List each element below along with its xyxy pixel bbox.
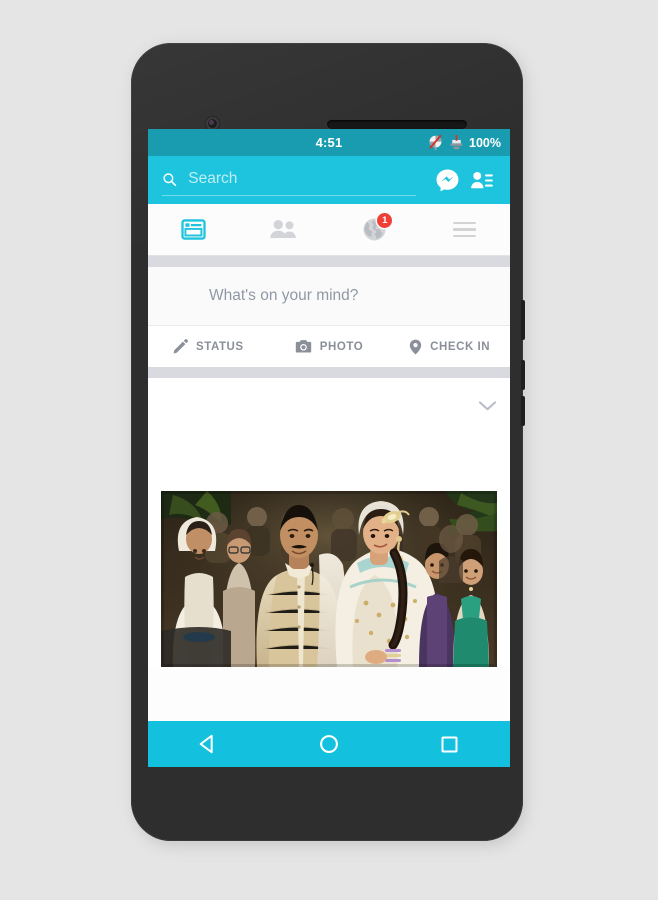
wedding-photo-illustration: [161, 491, 497, 667]
android-nav-bar: [148, 721, 510, 767]
friend-requests-button[interactable]: [464, 168, 498, 193]
composer-status-button[interactable]: STATUS: [148, 339, 269, 354]
composer-status-label: STATUS: [196, 340, 244, 353]
tab-news-feed[interactable]: [148, 204, 239, 255]
feed-post: [148, 378, 510, 724]
messenger-button[interactable]: [430, 168, 464, 193]
phone-screen: 4:51 100% Search 1 What's on your mind? …: [148, 129, 510, 767]
sync-disabled-icon: [429, 134, 442, 151]
battery-charging-icon: [450, 134, 463, 150]
tab-friends[interactable]: [239, 204, 330, 255]
status-bar: 4:51 100%: [148, 129, 510, 156]
nav-home-button[interactable]: [269, 733, 390, 755]
section-divider-top: [148, 256, 510, 267]
tab-bar: 1: [148, 204, 510, 256]
status-time: 4:51: [315, 135, 343, 150]
post-menu-button[interactable]: [478, 399, 497, 417]
section-divider-middle: [148, 367, 510, 378]
bride-bangles: [385, 649, 401, 662]
camera-icon: [295, 340, 311, 353]
post-photo[interactable]: [161, 491, 497, 667]
battery-percent: 100%: [469, 135, 501, 150]
screenshot-stage: 4:51 100% Search 1 What's on your mind? …: [0, 0, 658, 900]
composer-actions: STATUS PHOTO CHECK IN: [148, 326, 510, 367]
nav-recents-button[interactable]: [389, 734, 510, 755]
composer-photo-label: PHOTO: [319, 340, 364, 353]
friend-requests-icon: [470, 171, 493, 188]
search-bar[interactable]: [162, 165, 416, 196]
notification-badge: 1: [377, 213, 393, 228]
volume-up-button[interactable]: [521, 360, 525, 390]
composer-prompt[interactable]: What's on your mind?: [148, 267, 510, 326]
pencil-icon: [173, 339, 189, 354]
hamburger-icon: [453, 221, 477, 238]
messenger-icon: [436, 169, 458, 191]
earpiece-speaker: [327, 120, 467, 129]
news-feed-icon: [181, 219, 206, 240]
power-button[interactable]: [521, 300, 525, 340]
triangle-back-icon: [199, 734, 214, 754]
chevron-down-icon: [478, 401, 497, 411]
composer-checkin-button[interactable]: CHECK IN: [389, 339, 510, 355]
search-icon: [163, 172, 177, 186]
app-header: [148, 156, 510, 204]
nav-back-button[interactable]: [148, 733, 269, 755]
post-header: [148, 378, 510, 491]
post-composer: What's on your mind? STATUS PHOTO CHECK …: [148, 267, 510, 367]
tab-menu[interactable]: [420, 204, 511, 255]
post-footer: [148, 667, 510, 724]
composer-checkin-label: CHECK IN: [430, 340, 491, 353]
composer-photo-button[interactable]: PHOTO: [269, 339, 390, 354]
search-input[interactable]: [188, 170, 416, 188]
square-recents-icon: [441, 735, 458, 753]
tab-notifications[interactable]: 1: [329, 204, 420, 255]
volume-down-button[interactable]: [521, 396, 525, 426]
circle-home-icon: [320, 735, 338, 753]
location-pin-icon: [410, 339, 422, 354]
post-photo-container: [148, 491, 510, 667]
status-icons: 100%: [427, 129, 501, 156]
friends-icon: [270, 219, 297, 239]
